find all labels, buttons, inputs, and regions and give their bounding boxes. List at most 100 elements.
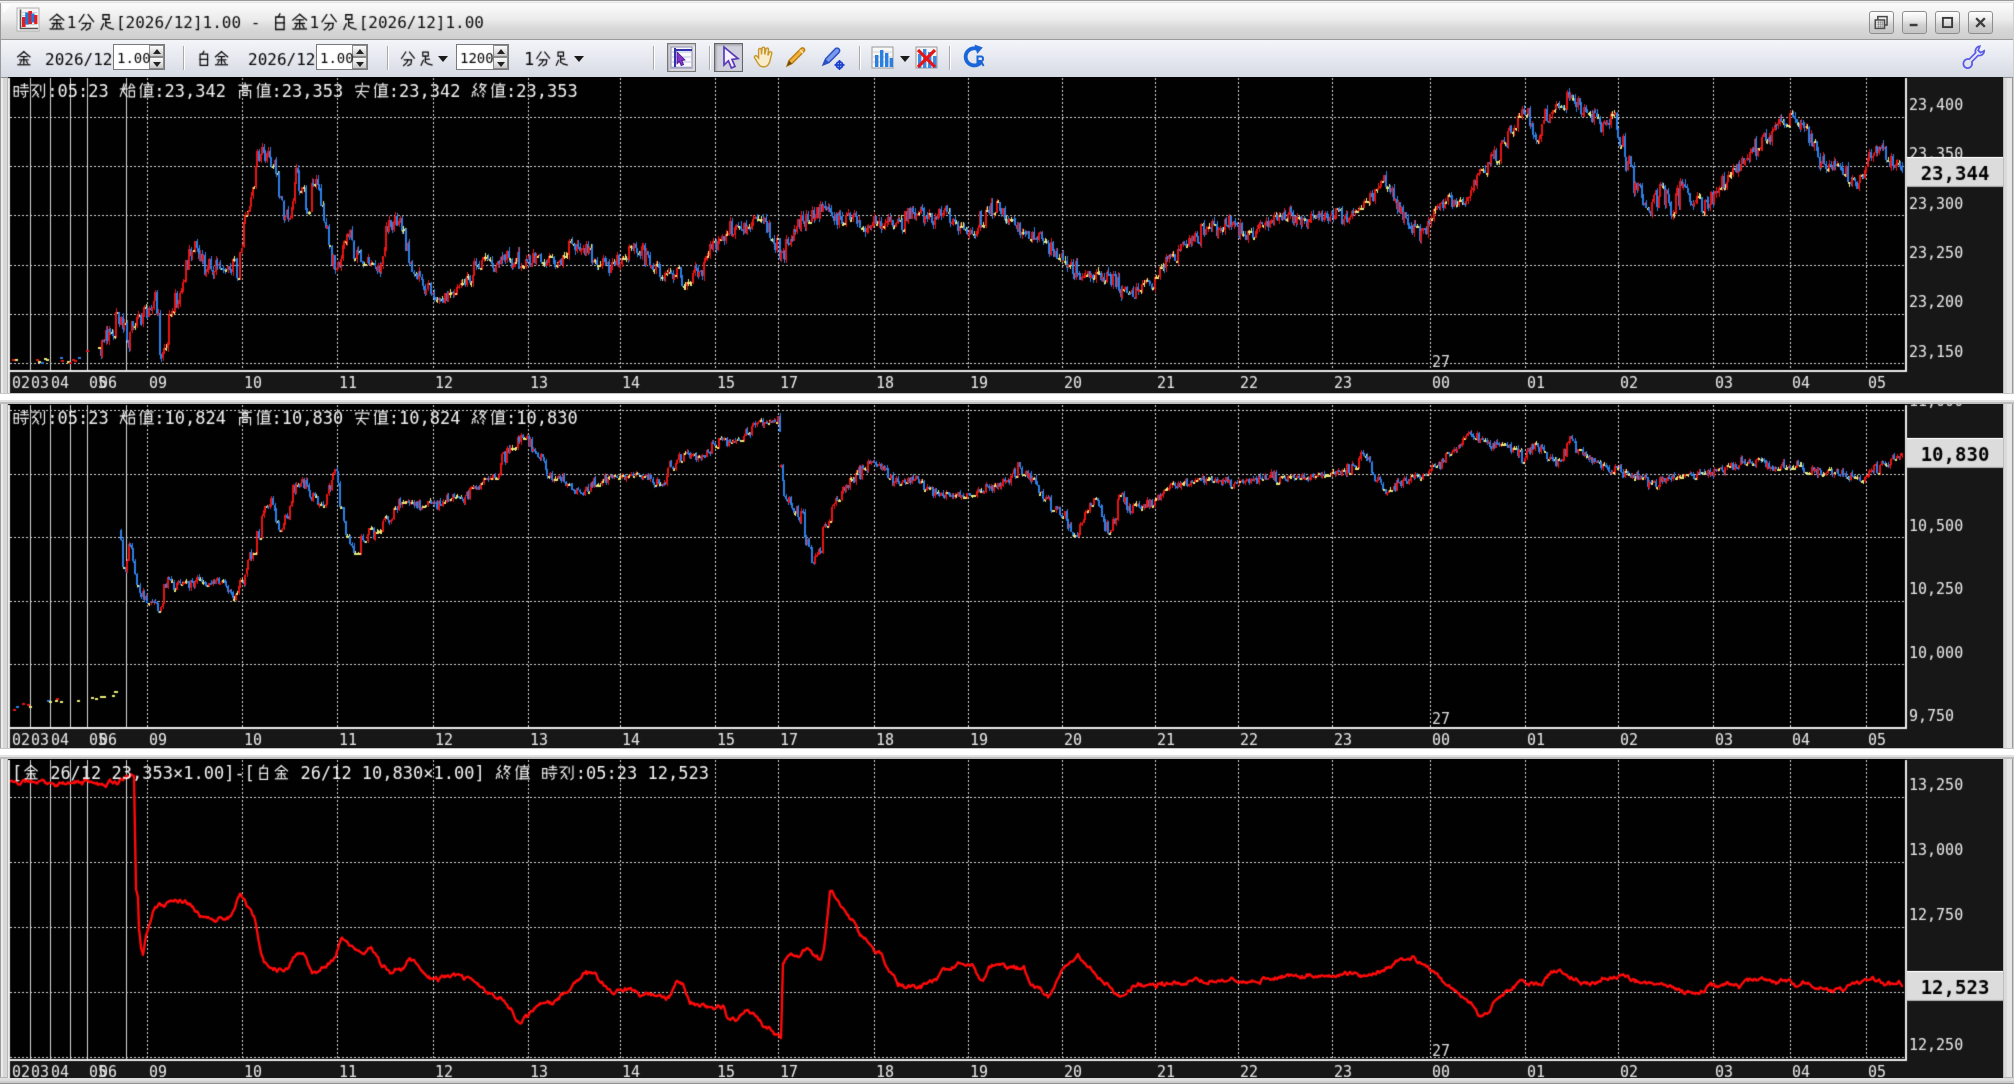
x-tick-label: 23 xyxy=(1334,731,1352,748)
reload-r-tool-button[interactable] xyxy=(960,43,989,72)
instrument2-label xyxy=(195,49,230,69)
toolbar-separator xyxy=(709,46,711,70)
panel-splitter[interactable] xyxy=(0,748,2014,759)
hand-pan-icon xyxy=(753,46,773,68)
spinner-value[interactable]: 1200 xyxy=(460,50,494,66)
x-tick-label: 10 xyxy=(244,374,262,392)
toolbar-separator xyxy=(387,46,389,70)
y-tick-label: 13,000 xyxy=(1909,841,1963,859)
spread-chart-panel[interactable]: [ 26/12 23,353×1.00]-[ 26/12 10,830×1.00… xyxy=(8,759,2003,1078)
spinner-value[interactable]: 1.00 xyxy=(117,50,151,66)
title-bar[interactable]: 1[2026/12]1.00 - 1[2026/12]1.00 xyxy=(1,3,2013,40)
toolbar-separator xyxy=(183,46,185,70)
x-tick-label: 09 xyxy=(149,1063,167,1078)
select-arrow-tool-button[interactable] xyxy=(714,43,743,72)
window-frame-right[interactable] xyxy=(2003,3,2014,1078)
toolbar-separator xyxy=(949,46,951,70)
x-tick-label: 23 xyxy=(1334,374,1352,392)
x-tick-label: 15 xyxy=(717,374,735,392)
x-tick-label: 14 xyxy=(622,1063,640,1078)
bar-chart-tool-button[interactable] xyxy=(868,43,897,72)
pencil-draw-tool-button[interactable] xyxy=(781,43,810,72)
wrench-settings-icon[interactable] xyxy=(1959,43,1988,72)
x-tick-label: 22 xyxy=(1240,1063,1258,1078)
hand-pan-tool-button[interactable] xyxy=(748,43,777,72)
spin-down-button[interactable] xyxy=(149,57,164,69)
spin-up-icon xyxy=(356,49,364,54)
x-tick-label: 21 xyxy=(1157,731,1175,748)
spin-down-button[interactable] xyxy=(352,57,367,69)
pen-marker-tool-button[interactable] xyxy=(818,43,847,72)
x-tick-label: 14 xyxy=(622,731,640,748)
x-tick-label: 06 xyxy=(99,731,117,748)
y-tick-label: 10,250 xyxy=(1909,580,1963,598)
x-tick-label: 18 xyxy=(876,1063,894,1078)
x-tick-label: 13 xyxy=(530,374,548,392)
x-tick-label: 03 xyxy=(31,1063,49,1078)
minimize-icon xyxy=(1909,23,1918,27)
bar-count-spinner[interactable]: 1200 xyxy=(456,44,509,70)
x-tick-label: 04 xyxy=(51,374,69,392)
instrument1-month: 2026/12 xyxy=(45,50,112,69)
x-tick-label: 10 xyxy=(244,731,262,748)
x-tick-label: 04 xyxy=(1792,731,1810,748)
toolbar-separator xyxy=(859,46,861,70)
x-tick-label: 18 xyxy=(876,374,894,392)
x-tick-label: 02 xyxy=(1620,1063,1638,1078)
dropdown-arrow-icon[interactable] xyxy=(900,56,910,62)
cascade-windows-button[interactable] xyxy=(1869,11,1894,34)
spin-up-button[interactable] xyxy=(149,45,164,57)
chart-cursor-tool-button[interactable] xyxy=(667,43,696,72)
y-tick-label: 23,250 xyxy=(1909,244,1963,262)
x-tick-label: 05 xyxy=(1868,731,1886,748)
bar-mode-dropdown[interactable] xyxy=(399,49,434,69)
x-tick-label: 17 xyxy=(780,374,798,392)
spread-chart-canvas[interactable] xyxy=(8,759,2003,1078)
y-tick-label: 12,750 xyxy=(1909,906,1963,924)
x-tick-label: 22 xyxy=(1240,731,1258,748)
window-frame-bottom[interactable] xyxy=(0,1077,2014,1084)
instrument1-ratio-spinner[interactable]: 1.00 xyxy=(113,44,165,70)
toolbar-separator xyxy=(653,46,655,70)
platinum-chart-canvas[interactable] xyxy=(8,404,2003,748)
gold-chart-canvas[interactable] xyxy=(8,77,2003,393)
gold-date-marker: 27 xyxy=(1432,353,1450,371)
dropdown-arrow-icon[interactable] xyxy=(438,56,448,62)
bar-period-dropdown[interactable]: 1 xyxy=(524,49,570,69)
close-button[interactable] xyxy=(1968,11,1993,34)
minimize-button[interactable] xyxy=(1902,11,1927,34)
gold-chart-panel[interactable]: :05:23 :23,342 :23,353 :23,342 :23,353 0… xyxy=(8,77,2003,393)
x-tick-label: 02 xyxy=(12,374,30,392)
panel-splitter[interactable] xyxy=(0,393,2014,404)
y-tick-label: 12,250 xyxy=(1909,1036,1963,1054)
spinner-value[interactable]: 1.00 xyxy=(320,50,354,66)
gold-price-badge: 23,344 xyxy=(1907,156,2003,187)
bar-chart-icon xyxy=(871,46,894,69)
wrench-icon xyxy=(1962,45,1986,69)
platinum-price-badge: 10,830 xyxy=(1907,438,2003,469)
x-tick-label: 06 xyxy=(99,1063,117,1078)
x-tick-label: 06 xyxy=(99,374,117,392)
spread-price-badge: 12,523 xyxy=(1907,971,2003,1001)
maximize-icon xyxy=(1941,16,1954,29)
maximize-button[interactable] xyxy=(1935,11,1960,34)
hide-bars-tool-button[interactable] xyxy=(912,43,941,72)
spin-down-button[interactable] xyxy=(493,57,508,69)
spin-up-button[interactable] xyxy=(352,45,367,57)
x-tick-label: 11 xyxy=(339,374,357,392)
instrument2-ratio-spinner[interactable]: 1.00 xyxy=(316,44,368,70)
dropdown-arrow-icon[interactable] xyxy=(574,56,584,62)
x-tick-label: 03 xyxy=(1715,731,1733,748)
window-buttons xyxy=(1869,11,1993,34)
gold-chart-info: :05:23 :23,342 :23,353 :23,342 :23,353 xyxy=(12,82,578,102)
x-tick-label: 13 xyxy=(530,731,548,748)
x-tick-label: 09 xyxy=(149,374,167,392)
spin-up-button[interactable] xyxy=(493,45,508,57)
y-tick-label: 23,300 xyxy=(1909,194,1963,212)
x-tick-label: 09 xyxy=(149,731,167,748)
candlestick-mini-chart-icon xyxy=(16,7,40,32)
platinum-chart-panel[interactable]: :05:23 :10,824 :10,830 :10,824 :10,830 0… xyxy=(8,404,2003,748)
y-tick-label: 23,400 xyxy=(1909,96,1963,114)
x-tick-label: 03 xyxy=(1715,1063,1733,1078)
x-tick-label: 12 xyxy=(435,731,453,748)
